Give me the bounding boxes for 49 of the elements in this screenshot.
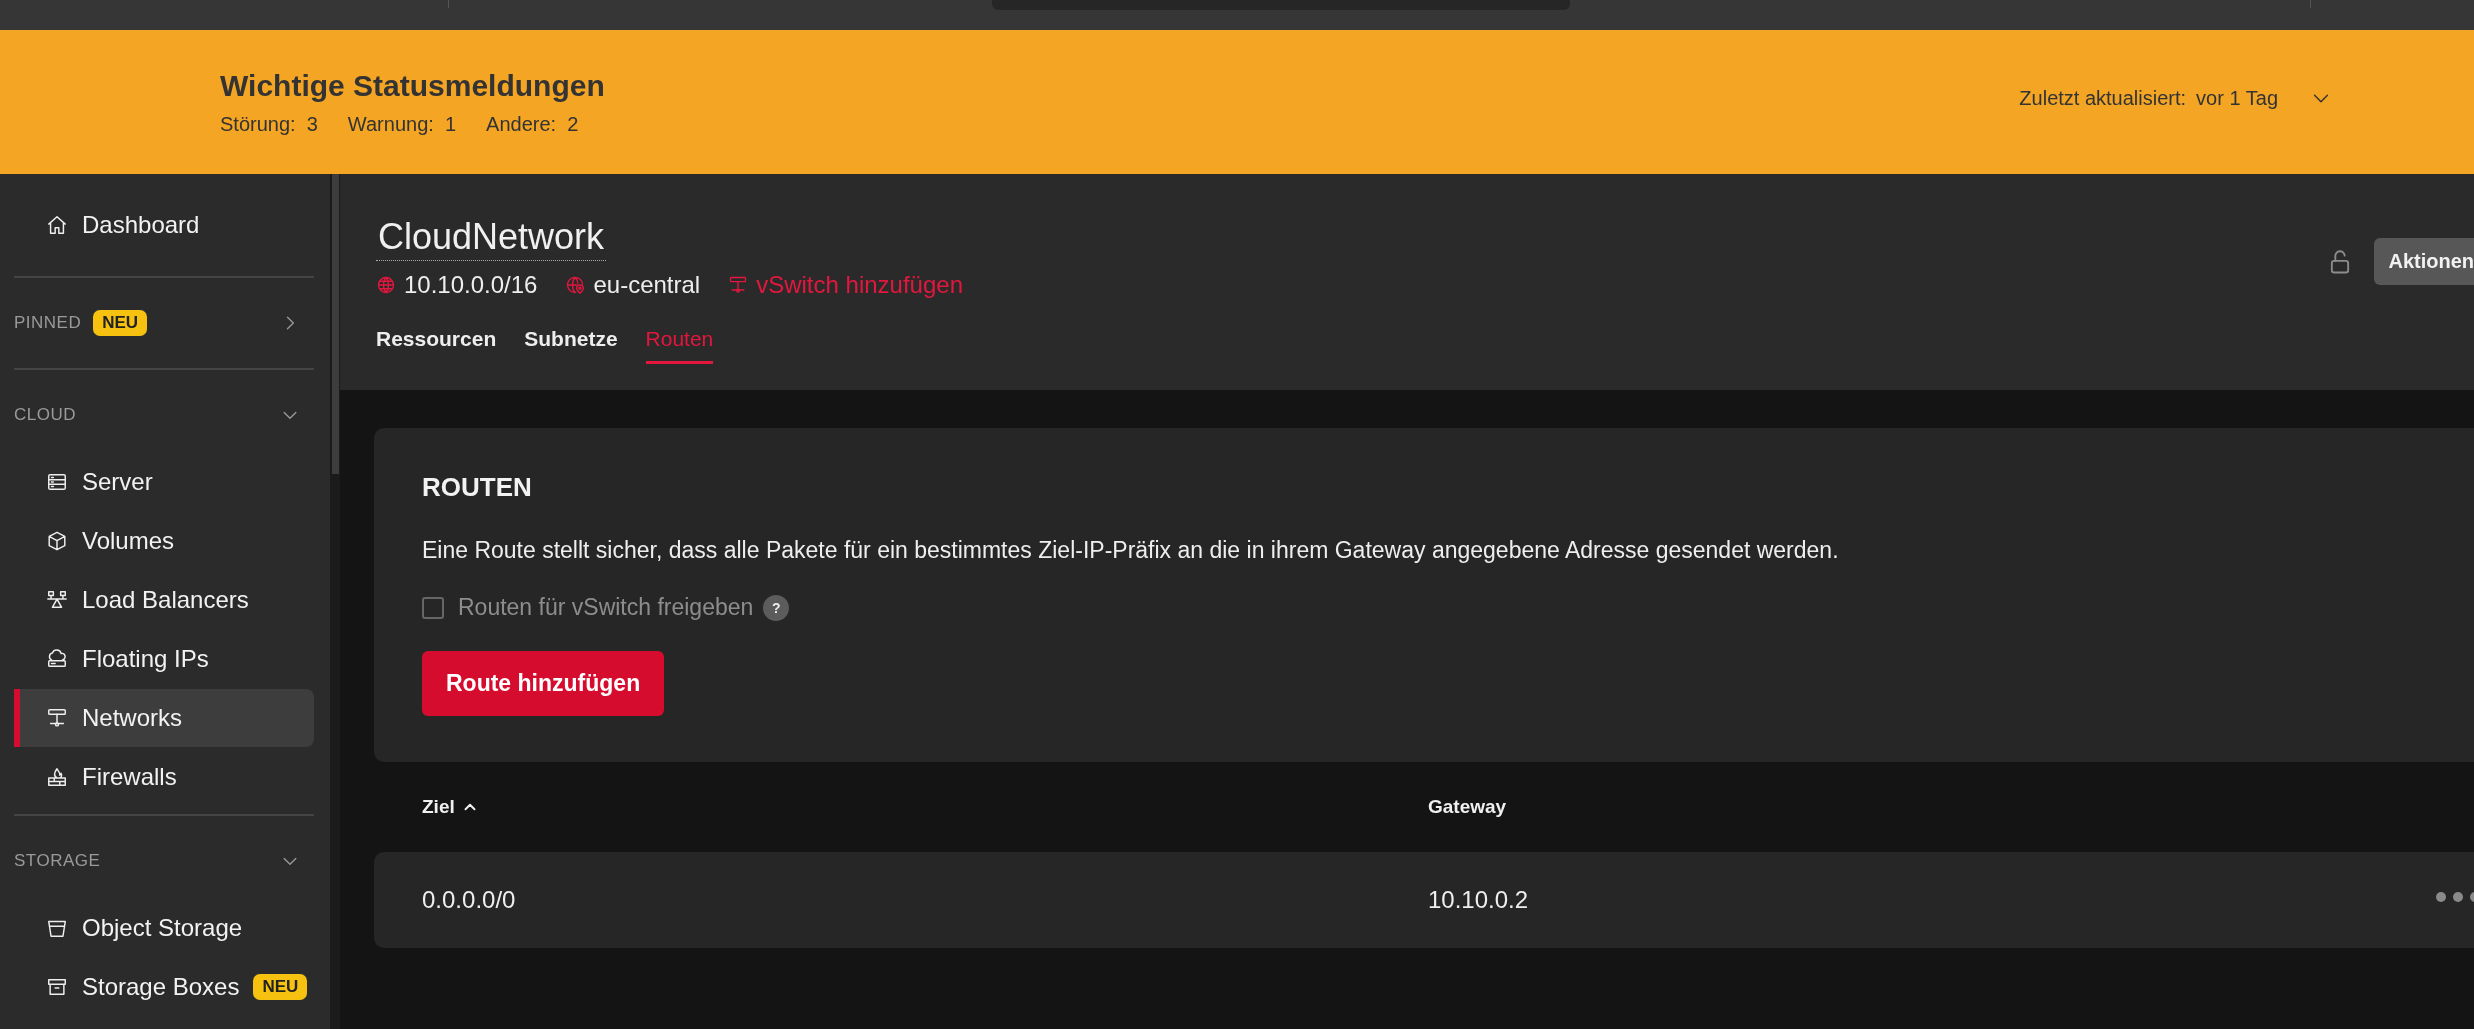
- sidebar-item[interactable]: Object Storage: [14, 899, 314, 957]
- section-heading: CLOUD: [14, 405, 76, 425]
- sidebar-item[interactable]: Volumes: [14, 512, 314, 570]
- card-description: Eine Route stellt sicher, dass alle Pakete für ein bestimmtes Ziel-IP-Präfix an die in ihrem Gateway angegebene Adresse gesendet werden.: [422, 537, 1840, 564]
- column-header[interactable]: Gateway: [1428, 796, 1507, 818]
- sidebar-item[interactable]: Storage Boxes NEU: [14, 958, 314, 1016]
- box-icon: [46, 976, 68, 998]
- cloud-icon: [46, 648, 68, 670]
- updated-time: vor 1 Tag: [2196, 86, 2278, 110]
- scrollbar-thumb[interactable]: [332, 174, 339, 474]
- card-title: ROUTEN: [422, 472, 533, 503]
- globe-icon: [376, 275, 396, 295]
- add-route-button[interactable]: Route hinzufügen: [422, 651, 665, 716]
- new-badge: NEU: [253, 974, 308, 1000]
- network-icon: [728, 275, 749, 295]
- sidebar-item[interactable]: Server: [14, 453, 314, 511]
- sidebar-item[interactable]: Dashboard: [14, 196, 314, 254]
- banner-title: Wichtige Statusmeldungen: [220, 68, 605, 103]
- new-badge: NEU: [93, 310, 148, 336]
- column-header[interactable]: Ziel: [422, 796, 479, 818]
- cube-icon: [46, 530, 68, 552]
- help-icon[interactable]: ?: [763, 594, 790, 621]
- table-cell-text: 10.10.0.2: [1428, 886, 1530, 914]
- sidebar-item[interactable]: Firewalls: [14, 748, 314, 806]
- checkbox[interactable]: [422, 596, 444, 619]
- table-cell-text: 0.0.0.0/0: [422, 886, 517, 914]
- sidebar-item[interactable]: Floating IPs: [14, 630, 314, 688]
- network-icon: [46, 707, 68, 729]
- location: eu-central: [593, 271, 701, 299]
- home-icon: [46, 214, 68, 236]
- actions-button[interactable]: Aktionen: [2374, 238, 2474, 285]
- status-count: Warnung: 1: [347, 112, 457, 136]
- server-icon: [46, 471, 68, 493]
- updated-label: Zuletzt aktualisiert:: [2019, 86, 2187, 110]
- section-heading: PINNED: [14, 313, 82, 333]
- status-count: Andere: 2: [486, 112, 579, 136]
- tab[interactable]: Ressourcen: [376, 323, 497, 364]
- sidebar-item[interactable]: Networks: [14, 689, 314, 747]
- balancer-icon: [46, 589, 68, 611]
- checkbox-label: Routen für vSwitch freigeben: [458, 594, 754, 621]
- sidebar-item[interactable]: Load Balancers: [14, 571, 314, 629]
- network-title: CloudNetwork: [376, 216, 607, 261]
- globe-pin-icon: [565, 275, 586, 295]
- more-icon[interactable]: [2436, 892, 2474, 902]
- section-heading: STORAGE: [14, 851, 101, 871]
- status-count: Störung: 3: [220, 112, 318, 136]
- firewall-icon: [46, 766, 68, 788]
- ip-range: 10.10.0.0/16: [404, 271, 538, 299]
- tab[interactable]: Subnetze: [524, 323, 618, 364]
